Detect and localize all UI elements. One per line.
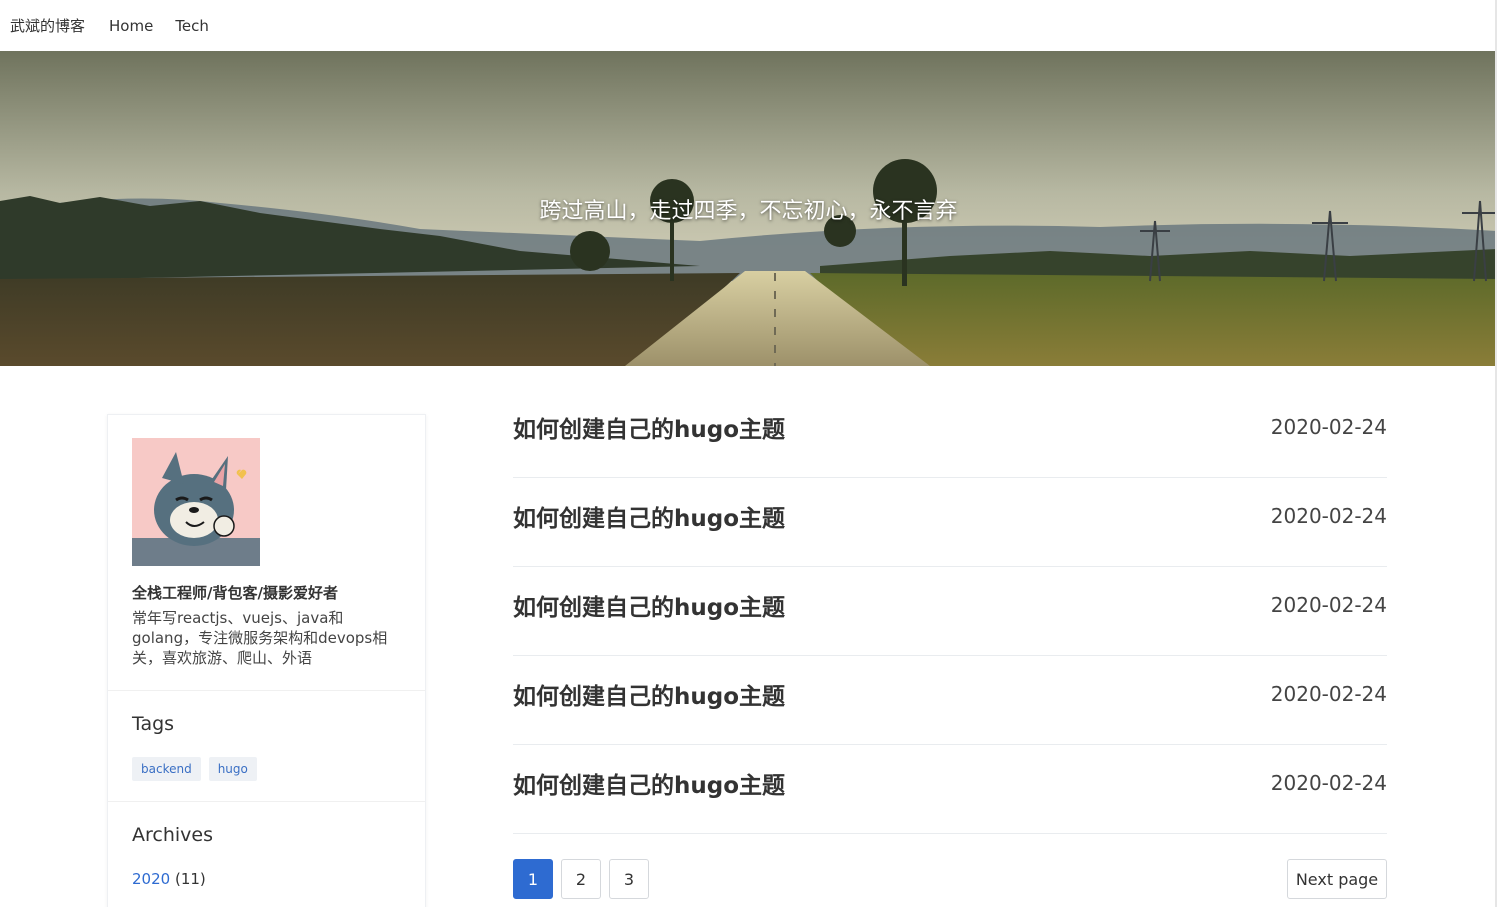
hero-motto: 跨过高山，走过四季，不忘初心，永不言弃: [539, 199, 958, 224]
post-item: 如何创建自己的hugo主题 2020-02-24: [513, 745, 1387, 834]
post-list: 如何创建自己的hugo主题 2020-02-24 如何创建自己的hugo主题 2…: [513, 389, 1387, 834]
pagination: 1 2 3: [513, 859, 649, 899]
archives-section: Archives 2020 (11): [108, 802, 425, 907]
post-item: 如何创建自己的hugo主题 2020-02-24: [513, 567, 1387, 656]
page-button-1[interactable]: 1: [513, 859, 553, 899]
post-date: 2020-02-24: [1270, 682, 1387, 706]
profile-description: 常年写reactjs、vuejs、java和golang，专注微服务架构和dev…: [132, 609, 388, 667]
profile-section: 全栈工程师/背包客/摄影爱好者 常年写reactjs、vuejs、java和go…: [108, 415, 425, 691]
nav-link-tech[interactable]: Tech: [175, 17, 209, 35]
page-button-2[interactable]: 2: [561, 859, 601, 899]
sidebar-card: 全栈工程师/背包客/摄影爱好者 常年写reactjs、vuejs、java和go…: [107, 414, 426, 907]
top-navbar: 武斌的博客 Home Tech: [0, 0, 1497, 51]
archive-count: (11): [174, 870, 206, 888]
post-item: 如何创建自己的hugo主题 2020-02-24: [513, 656, 1387, 745]
tags-section: Tags backend hugo: [108, 691, 425, 802]
post-title-link[interactable]: 如何创建自己的hugo主题: [513, 766, 785, 800]
post-date: 2020-02-24: [1270, 593, 1387, 617]
archive-year-link[interactable]: 2020: [132, 870, 170, 888]
tags-heading: Tags: [132, 713, 175, 735]
post-item: 如何创建自己的hugo主题 2020-02-24: [513, 478, 1387, 567]
hero-banner: 跨过高山，走过四季，不忘初心，永不言弃: [0, 51, 1497, 366]
page-button-3[interactable]: 3: [609, 859, 649, 899]
post-title-link[interactable]: 如何创建自己的hugo主题: [513, 588, 785, 622]
archive-item: 2020 (11): [132, 870, 401, 888]
tag-backend[interactable]: backend: [132, 757, 201, 781]
archives-heading: Archives: [132, 824, 213, 846]
profile-title: 全栈工程师/背包客/摄影爱好者: [132, 584, 338, 602]
next-page-button[interactable]: Next page: [1287, 859, 1387, 899]
post-title-link[interactable]: 如何创建自己的hugo主题: [513, 410, 785, 444]
post-title-link[interactable]: 如何创建自己的hugo主题: [513, 499, 785, 533]
avatar[interactable]: [132, 438, 260, 566]
site-brand-link[interactable]: 武斌的博客: [10, 15, 85, 36]
post-item: 如何创建自己的hugo主题 2020-02-24: [513, 389, 1387, 478]
nav-link-home[interactable]: Home: [109, 17, 153, 35]
tag-list: backend hugo: [132, 757, 401, 781]
post-title-link[interactable]: 如何创建自己的hugo主题: [513, 677, 785, 711]
post-date: 2020-02-24: [1270, 415, 1387, 439]
post-date: 2020-02-24: [1270, 504, 1387, 528]
post-date: 2020-02-24: [1270, 771, 1387, 795]
tag-hugo[interactable]: hugo: [208, 757, 257, 781]
